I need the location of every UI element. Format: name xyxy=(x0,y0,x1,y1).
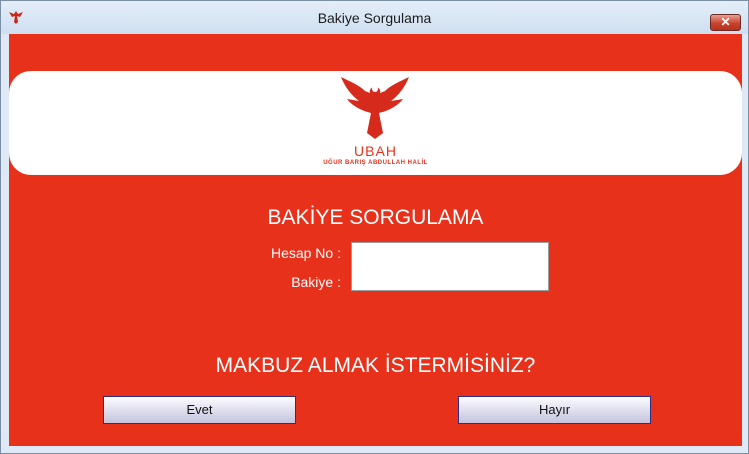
window-title: Bakiye Sorgulama xyxy=(317,10,432,26)
brand-subtitle: UĞUR BARIŞ ABDULLAH HALİL xyxy=(323,160,428,166)
no-button[interactable]: Hayır xyxy=(458,396,651,424)
brand-banner: UBAH UĞUR BARIŞ ABDULLAH HALİL xyxy=(9,71,742,175)
no-button-label: Hayır xyxy=(538,402,571,417)
account-balance-field[interactable] xyxy=(351,242,549,291)
close-button[interactable]: ✕ xyxy=(710,14,741,31)
yes-button[interactable]: Evet xyxy=(103,396,296,424)
close-icon: ✕ xyxy=(720,15,731,29)
brand-name: UBAH xyxy=(354,143,397,159)
eagle-icon xyxy=(341,77,409,139)
receipt-question: MAKBUZ ALMAK İSTERMİSİNİZ? xyxy=(215,354,536,377)
app-window: Bakiye Sorgulama ✕ UBAH UĞUR BARIŞ ABDUL… xyxy=(0,0,749,454)
account-number-label: Hesap No : xyxy=(270,245,341,261)
title-bar[interactable]: Bakiye Sorgulama ✕ xyxy=(1,1,748,34)
main-panel: UBAH UĞUR BARIŞ ABDULLAH HALİL BAKİYE SO… xyxy=(9,34,742,446)
balance-label: Bakiye : xyxy=(291,274,341,290)
page-title: BAKİYE SORGULAMA xyxy=(267,206,484,229)
yes-button-label: Evet xyxy=(186,402,213,417)
